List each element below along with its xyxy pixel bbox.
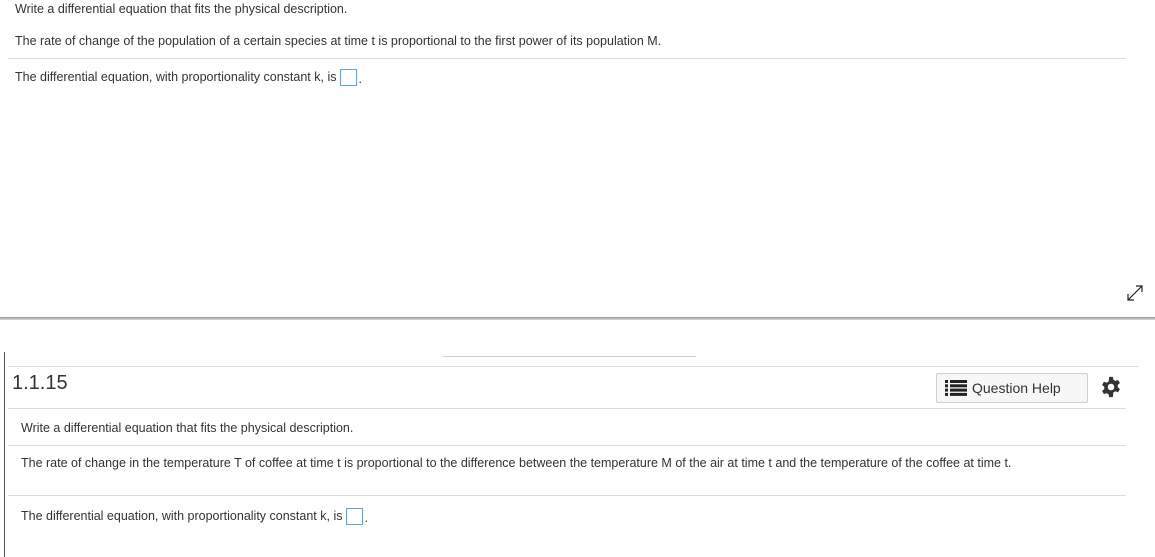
description-text: The rate of change of the population of … [15,34,662,48]
answer-row: The differential equation, with proporti… [21,508,368,525]
answer-row: The differential equation, with proporti… [15,69,362,86]
homework-page: Write a differential equation that fits … [0,0,1155,557]
resize-diagonal-icon[interactable] [1124,282,1146,304]
question-help-button[interactable]: Question Help [936,373,1088,403]
instruction-text: Write a differential equation that fits … [15,2,348,16]
left-border [4,352,5,557]
header-bottom-divider [8,408,1126,409]
previous-question-panel: Write a differential equation that fits … [0,0,1155,318]
answer-prompt: The differential equation, with proporti… [15,69,337,84]
answer-period: . [358,72,362,86]
question-number: 1.1.15 [12,372,68,394]
header-top-divider [8,366,1138,367]
divider [8,445,1126,446]
description-text: The rate of change in the temperature T … [21,456,1012,470]
panel-tab-stub [443,356,696,357]
answer-input[interactable] [346,508,364,525]
answer-prompt: The differential equation, with proporti… [21,508,343,523]
instruction-text: Write a differential equation that fits … [21,421,354,435]
question-help-label: Question Help [972,380,1061,396]
answer-input[interactable] [340,69,358,86]
list-icon [945,380,967,396]
panel-splitter[interactable] [0,317,1155,320]
answer-period: . [364,511,368,525]
gear-icon[interactable] [1100,376,1122,398]
divider [8,495,1126,496]
divider [8,58,1126,59]
